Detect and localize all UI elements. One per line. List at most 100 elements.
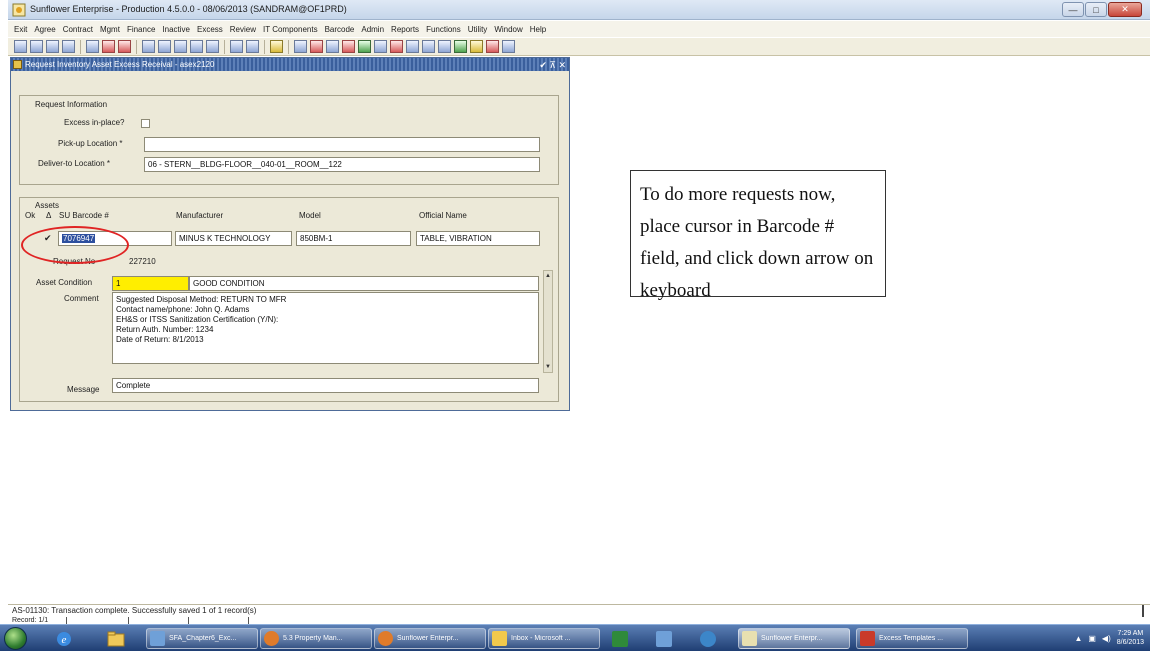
network-status-icon[interactable]: ▣ [1088,634,1096,643]
menu-contract[interactable]: Contract [63,25,93,34]
menu-barcode[interactable]: Barcode [325,25,355,34]
menu-functions[interactable]: Functions [426,25,461,34]
taskbar-task[interactable]: Sunflower Enterpr... [374,628,486,649]
window-controls: — □ ✕ [1062,2,1142,17]
record-bar: Record: 1/1 [8,617,308,624]
barcode-input[interactable]: 7076947 [58,231,172,246]
minimize-button[interactable]: — [1062,2,1084,17]
delta-column-header: Δ [46,211,52,220]
menu-window[interactable]: Window [494,25,522,34]
firefox-icon [378,631,393,646]
asset-condition-text-field[interactable]: GOOD CONDITION [189,276,539,291]
barcode-value: 7076947 [62,234,96,243]
excel-pinned-icon[interactable] [608,628,632,649]
menu-reports[interactable]: Reports [391,25,419,34]
next-record-icon[interactable] [174,40,187,53]
ok-check-icon[interactable]: ✔ [44,233,52,244]
info-icon[interactable] [470,40,483,53]
save-icon[interactable] [14,40,27,53]
comment-textarea[interactable]: Suggested Disposal Method: RETURN TO MFR… [112,292,539,364]
asset-condition-label: Asset Condition [36,278,93,287]
menu-mgmt[interactable]: Mgmt [100,25,120,34]
start-button[interactable] [4,627,27,650]
menu-inactive[interactable]: Inactive [162,25,190,34]
menu-it-components[interactable]: IT Components [263,25,318,34]
barcode-icon[interactable] [294,40,307,53]
scroll-down-arrow-icon[interactable]: ▼ [545,364,551,370]
network-pinned-icon[interactable] [696,628,720,649]
request-no-label: Request No [53,257,96,266]
menu-finance[interactable]: Finance [127,25,155,34]
users-icon[interactable] [486,40,499,53]
delete-record-icon[interactable] [230,40,243,53]
scroll-up-icon[interactable] [102,40,115,53]
excess-in-place-label: Excess in-place? [64,118,125,127]
ie-pinned-icon[interactable]: e [52,628,76,649]
explorer-pinned-icon[interactable] [104,628,128,649]
task-label: Sunflower Enterpr... [397,635,459,642]
taskbar-task-active[interactable]: Sunflower Enterpr... [738,628,850,649]
scroll-down-icon[interactable] [118,40,131,53]
taskbar-task[interactable]: 5.3 Property Man... [260,628,372,649]
maximize-button[interactable]: □ [1085,2,1107,17]
app-title: Sunflower Enterprise - Production 4.5.0.… [30,4,347,14]
volume-icon[interactable]: ◀) [1102,634,1111,643]
ok-icon[interactable] [374,40,387,53]
scroll-up-arrow-icon[interactable]: ▲ [545,273,551,279]
official-name-column-header: Official Name [419,211,467,220]
edit-icon[interactable] [246,40,259,53]
manufacturer-field[interactable]: MINUS K TECHNOLOGY [175,231,292,246]
document-icon[interactable] [438,40,451,53]
tag-icon[interactable] [310,40,323,53]
open-icon[interactable] [30,40,43,53]
task-label: Inbox - Microsoft ... [511,635,571,642]
list-icon[interactable] [406,40,419,53]
print-icon[interactable] [46,40,59,53]
computer-icon[interactable] [502,40,515,53]
toolbar-divider [288,39,289,54]
asset-condition-code-field[interactable]: 1 [112,276,189,291]
insert-record-icon[interactable] [206,40,219,53]
close-button[interactable]: ✕ [1108,2,1142,17]
flag-icon[interactable] [342,40,355,53]
deliver-to-location-input[interactable]: 06 - STERN__BLDG-FLOOR__040-01__ROOM__12… [144,157,540,172]
mail-icon[interactable] [390,40,403,53]
approve-icon[interactable] [358,40,371,53]
menu-excess[interactable]: Excess [197,25,223,34]
menu-utility[interactable]: Utility [468,25,488,34]
toolbar [8,38,1150,56]
excess-in-place-checkbox[interactable] [141,119,150,128]
refresh-icon[interactable] [454,40,467,53]
comment-label: Comment [64,294,99,303]
last-record-icon[interactable] [190,40,203,53]
scan-icon[interactable] [326,40,339,53]
menu-review[interactable]: Review [230,25,256,34]
firefox-icon [264,631,279,646]
model-field[interactable]: 850BM-1 [296,231,411,246]
app-pinned-icon[interactable] [652,628,676,649]
comment-line: Contact name/phone: John Q. Adams [116,305,250,314]
menu-admin[interactable]: Admin [361,25,384,34]
sunflower-app-icon [742,631,757,646]
status-bar: AS-01130: Transaction complete. Successf… [8,604,1150,617]
clock[interactable]: 7:29 AM 8/6/2013 [1117,629,1144,647]
taskbar-task[interactable]: SFA_Chapter6_Exc... [146,628,258,649]
first-record-icon[interactable] [142,40,155,53]
toolbar-divider [80,39,81,54]
query-icon[interactable] [86,40,99,53]
help-icon[interactable] [270,40,283,53]
menu-help[interactable]: Help [530,25,546,34]
clear-icon[interactable] [62,40,75,53]
menu-agree[interactable]: Agree [34,25,55,34]
pickup-location-input[interactable] [144,137,540,152]
child-window-controls[interactable]: ✔ ⊼ ✕ [539,59,566,72]
menu-exit[interactable]: Exit [14,25,27,34]
official-name-field[interactable]: TABLE, VIBRATION [416,231,540,246]
report-icon[interactable] [422,40,435,53]
assets-scrollbar[interactable]: ▲ ▼ [543,270,553,373]
previous-record-icon[interactable] [158,40,171,53]
taskbar-task[interactable]: Inbox - Microsoft ... [488,628,600,649]
show-hidden-icons-icon[interactable]: ▲ [1074,634,1082,643]
taskbar-task[interactable]: Excess Templates ... [856,628,968,649]
record-bar-divider [248,617,249,624]
